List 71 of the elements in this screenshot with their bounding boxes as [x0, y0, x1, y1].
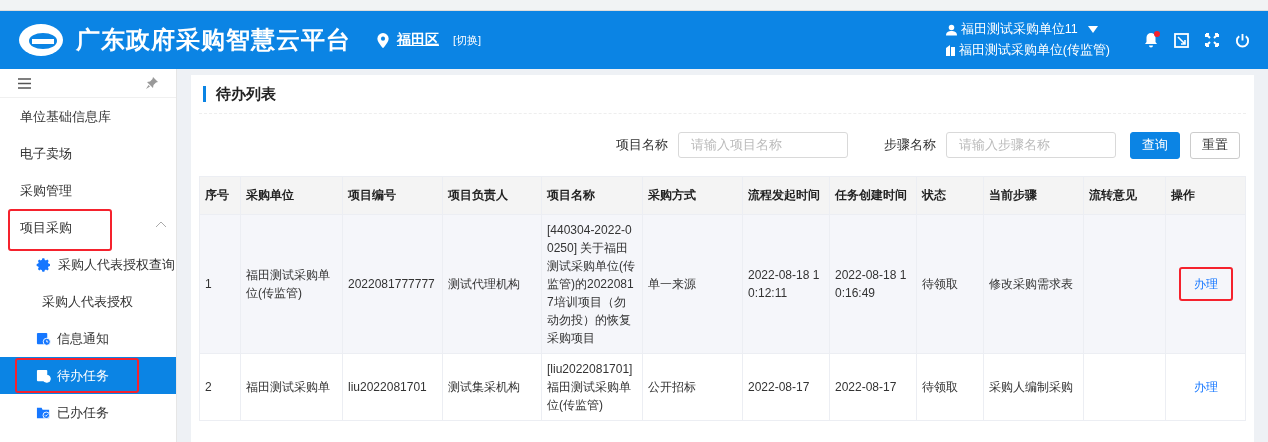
region-link[interactable]: 福田区	[397, 31, 439, 49]
platform-title: 广东政府采购智慧云平台	[76, 25, 351, 55]
table-cell: [liu2022081701] 福田测试采购单位(传监管)	[547, 362, 633, 412]
sidebar-subitem[interactable]: 待办任务	[0, 357, 176, 394]
filter-label: 项目名称	[616, 136, 668, 154]
column-header: 采购单位	[240, 176, 343, 215]
table-cell: 采购人编制采购	[989, 380, 1073, 394]
table-cell: 公开招标	[648, 380, 696, 394]
sidebar-subitem[interactable]: 信息通知	[0, 320, 176, 357]
reset-button[interactable]: 重置	[1190, 131, 1240, 159]
search-button[interactable]: 查询	[1130, 131, 1180, 159]
handle-link[interactable]: 办理	[1193, 378, 1218, 396]
building-icon	[945, 45, 955, 56]
panel-title: 待办列表	[216, 84, 276, 104]
table-cell: 测试集采机构	[448, 380, 520, 394]
column-header: 状态	[916, 176, 984, 215]
column-header: 当前步骤	[983, 176, 1084, 215]
table-cell: 2022-08-18 10:16:49	[835, 268, 907, 300]
pin-icon[interactable]	[146, 77, 158, 89]
filter-field[interactable]: 请输入步骤名称	[946, 132, 1116, 158]
sidebar-subitem[interactable]: 已办任务	[0, 394, 176, 431]
sidebar-subitem[interactable]: 采购人代表授权查询	[0, 246, 176, 283]
chevron-up-icon	[156, 221, 166, 227]
switch-link[interactable]: [切换]	[453, 32, 482, 48]
calendar-clock-icon	[36, 331, 51, 346]
user-name[interactable]: 福田测试采购单位11	[960, 21, 1078, 38]
table-cell: liu2022081701	[348, 380, 427, 394]
table-cell: 2	[205, 380, 212, 394]
table-cell: 测试代理机构	[448, 277, 520, 291]
table-cell: 福田测试采购单	[246, 380, 330, 394]
folder-check-icon	[36, 405, 51, 420]
window-icon[interactable]	[1174, 32, 1189, 48]
table-cell: 待领取	[922, 380, 958, 394]
notification-button[interactable]	[1144, 32, 1158, 48]
table-cell: 2022-08-17	[835, 380, 897, 394]
table-cell: [440304-2022-00250] 关于福田测试采购单位(传监管)的20220817培训项目（勿动勿投）的恢复采购项目	[547, 223, 635, 345]
logo-icon	[18, 23, 64, 57]
column-header: 项目名称	[541, 176, 643, 215]
handle-link[interactable]: 办理	[1193, 275, 1218, 293]
user-icon	[945, 23, 957, 36]
column-header: 操作	[1165, 176, 1246, 215]
gear-icon	[36, 256, 52, 273]
column-header: 项目编号	[342, 176, 443, 215]
table-cell: 修改采购需求表	[989, 277, 1073, 291]
caret-icon[interactable]	[1087, 26, 1098, 33]
table-cell: 2022081777777	[348, 277, 435, 291]
sidebar-item[interactable]: 采购管理	[0, 172, 176, 209]
column-header: 项目负责人	[442, 176, 542, 215]
filter-label: 步骤名称	[884, 136, 936, 154]
table-cell: 福田测试采购单位(传监管)	[246, 268, 330, 300]
organization-name: 福田测试采购单位(传监管)	[958, 42, 1110, 59]
filter-field[interactable]: 请输入项目名称	[678, 132, 848, 158]
location-pin-icon	[377, 32, 389, 48]
sidebar-subitem[interactable]: 采购人代表授权	[0, 283, 176, 320]
sidebar-item[interactable]: 电子卖场	[0, 135, 176, 172]
sidebar-item[interactable]: 项目采购	[0, 209, 176, 246]
table-cell: 待领取	[922, 277, 958, 291]
column-header: 采购方式	[642, 176, 743, 215]
column-header: 流转意见	[1083, 176, 1166, 215]
table-cell: 单一来源	[648, 277, 696, 291]
column-header: 流程发起时间	[742, 176, 830, 215]
calendar-clock-icon	[36, 368, 51, 383]
column-header: 序号	[199, 176, 241, 215]
fullscreen-icon[interactable]	[1205, 33, 1219, 47]
menu-icon[interactable]	[18, 77, 31, 89]
table-cell: 1	[205, 277, 212, 291]
table-cell: 2022-08-17	[748, 380, 810, 394]
power-icon[interactable]	[1235, 32, 1250, 48]
table-cell: 2022-08-18 10:12:11	[748, 268, 820, 300]
sidebar-item[interactable]: 单位基础信息库	[0, 98, 176, 135]
column-header: 任务创建时间	[829, 176, 917, 215]
